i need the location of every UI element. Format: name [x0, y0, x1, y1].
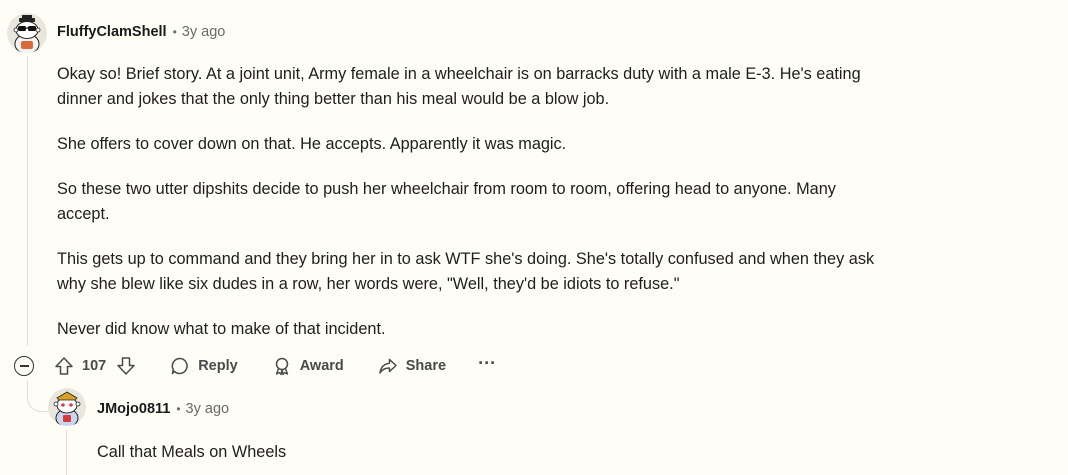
comment-paragraph: So these two utter dipshits decide to pu…: [57, 180, 836, 223]
author-name[interactable]: JMojo0811: [97, 401, 170, 417]
comment-paragraph: She offers to cover down on that. He acc…: [57, 135, 567, 153]
comment-paragraph: Never did know what to make of that inci…: [57, 320, 386, 338]
vote-count: 107: [82, 358, 107, 374]
minus-icon: [19, 365, 29, 367]
reply-body: Call that Meals on Wheels: [97, 443, 287, 461]
avatar[interactable]: [7, 13, 47, 53]
timestamp[interactable]: 3y ago: [186, 401, 230, 417]
snoo-avatar-icon: [48, 388, 86, 426]
share-arrow-icon: [379, 358, 397, 374]
award-icon: [275, 357, 288, 376]
chat-bubble-icon: [171, 357, 189, 375]
timestamp[interactable]: 3y ago: [182, 24, 226, 40]
award-label: Award: [299, 358, 344, 374]
reply-connector-line: [27, 381, 50, 412]
reply-thread-line[interactable]: [66, 430, 67, 475]
share-label: Share: [405, 358, 447, 374]
downvote-icon[interactable]: [116, 356, 136, 376]
vote-controls: 107: [54, 356, 136, 376]
author-name[interactable]: FluffyClamShell: [57, 24, 167, 40]
comment-body: Okay so! Brief story. At a joint unit, A…: [57, 62, 877, 362]
share-button[interactable]: Share: [378, 356, 446, 376]
comment-paragraph: This gets up to command and they bring h…: [57, 250, 875, 293]
comment-paragraph: Okay so! Brief story. At a joint unit, A…: [57, 65, 861, 108]
thread-line[interactable]: [27, 56, 28, 346]
upvote-icon[interactable]: [54, 356, 74, 376]
comment-thread: FluffyClamShell • 3y ago Okay so! Brief …: [0, 0, 1068, 475]
comment-header: FluffyClamShell • 3y ago: [57, 24, 225, 40]
separator-dot: •: [172, 25, 177, 39]
more-options-icon[interactable]: ···: [478, 354, 496, 372]
reply-button[interactable]: Reply: [170, 356, 238, 376]
separator-dot: •: [176, 402, 181, 416]
collapse-thread-button[interactable]: [14, 356, 34, 376]
reply-label: Reply: [198, 358, 238, 374]
award-button[interactable]: Award: [272, 356, 344, 376]
comment-action-bar: 107 Reply Award Share ···: [14, 351, 496, 381]
reply-header: JMojo0811 • 3y ago: [97, 401, 229, 417]
snoo-avatar-icon: [7, 13, 47, 53]
avatar[interactable]: [48, 388, 86, 426]
